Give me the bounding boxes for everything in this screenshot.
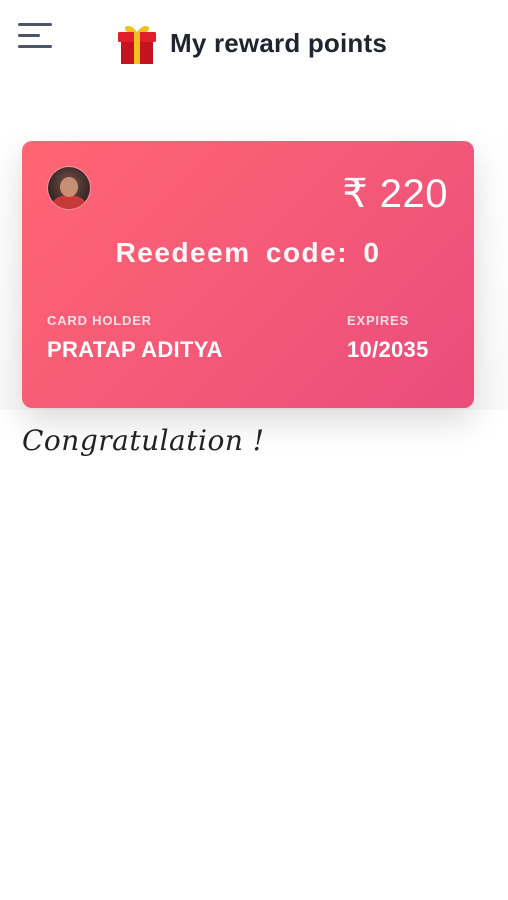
gift-icon <box>118 25 156 64</box>
card-holder-label: CARD HOLDER <box>47 313 152 328</box>
reward-points-page: My reward points ₹ 220 Reedeem code: 0 C… <box>0 0 508 900</box>
points-balance: ₹ 220 <box>342 172 448 216</box>
app-header: My reward points <box>0 0 508 80</box>
hamburger-menu-icon[interactable] <box>14 18 58 58</box>
header-title-group: My reward points <box>114 20 387 66</box>
avatar <box>48 167 90 209</box>
redeem-code: Reedeem code: 0 <box>115 237 381 268</box>
card-holder-name: PRATAP ADITYA <box>47 337 223 362</box>
congratulation-message: Congratulation ! <box>22 424 265 457</box>
expires-value: 10/2035 <box>347 337 429 362</box>
page-title: My reward points <box>170 27 388 58</box>
expires-label: EXPIRES <box>347 313 409 328</box>
reward-card: ₹ 220 Reedeem code: 0 CARD HOLDER PRATAP… <box>22 141 474 408</box>
